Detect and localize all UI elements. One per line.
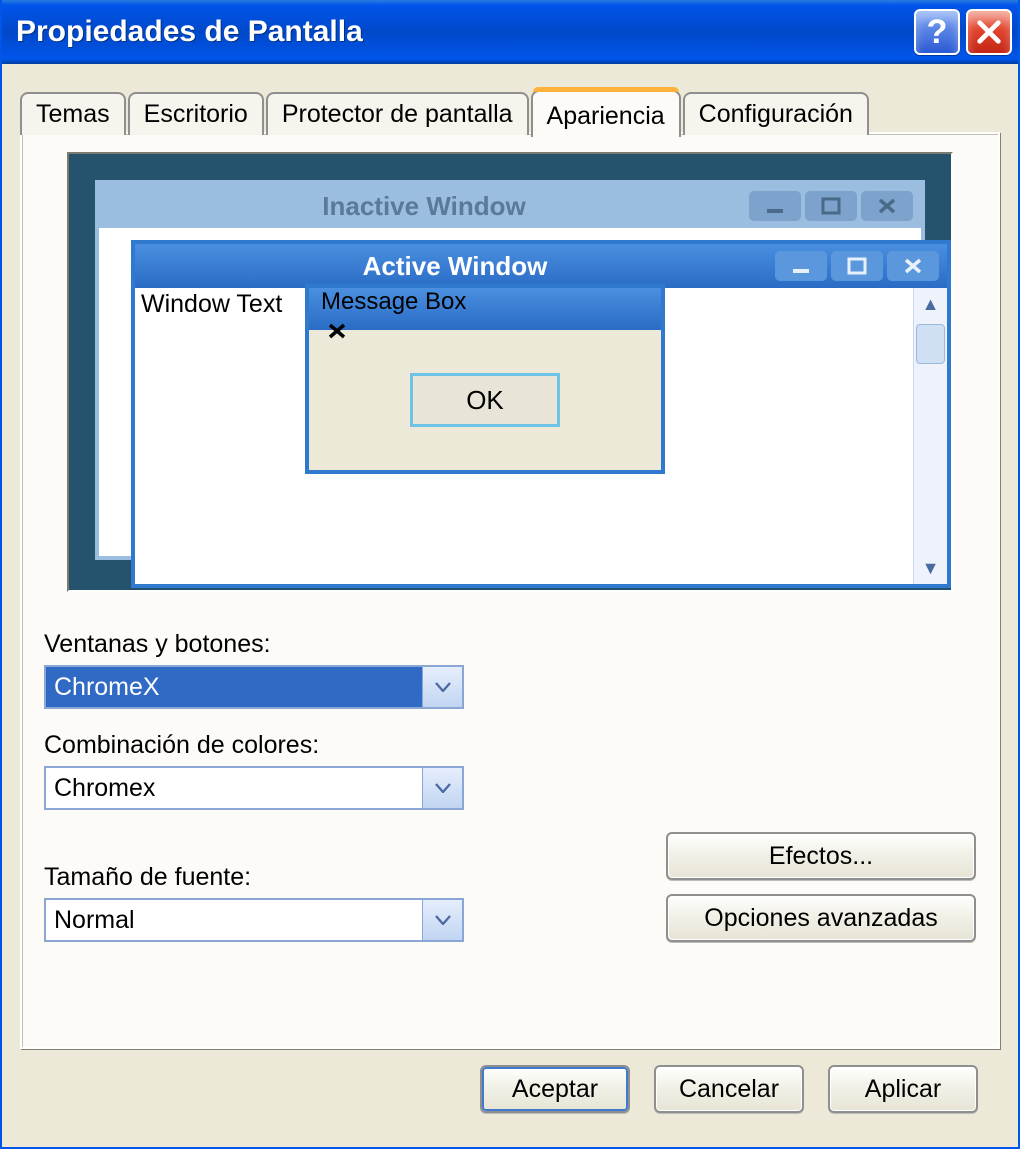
preview-scrollbar: ▲ ▼ bbox=[913, 288, 947, 584]
active-window-title: Active Window bbox=[135, 251, 775, 282]
help-icon: ? bbox=[927, 13, 948, 52]
ok-button[interactable]: Aceptar bbox=[480, 1065, 630, 1113]
preview-ok-button: OK bbox=[410, 373, 560, 427]
close-icon bbox=[861, 191, 913, 221]
close-icon bbox=[887, 251, 939, 281]
color-scheme-select[interactable]: Chromex bbox=[44, 766, 464, 810]
display-properties-window: Propiedades de Pantalla ? Temas Escritor… bbox=[0, 0, 1020, 1149]
message-box-title: Message Box bbox=[309, 288, 466, 315]
chevron-down-icon bbox=[435, 682, 451, 692]
font-size-row: Tamaño de fuente: Normal bbox=[44, 863, 464, 942]
chevron-down-icon bbox=[435, 915, 451, 925]
tabstrip: Temas Escritorio Protector de pantalla A… bbox=[20, 88, 1000, 135]
color-scheme-value: Chromex bbox=[46, 768, 422, 808]
effects-button[interactable]: Efectos... bbox=[666, 832, 976, 880]
color-scheme-label: Combinación de colores: bbox=[44, 731, 464, 760]
dropdown-button[interactable] bbox=[422, 768, 462, 808]
close-button[interactable] bbox=[966, 9, 1012, 55]
dialog-body: Temas Escritorio Protector de pantalla A… bbox=[2, 64, 1018, 1147]
tab-temas[interactable]: Temas bbox=[20, 92, 126, 135]
font-size-value: Normal bbox=[46, 900, 422, 940]
tab-escritorio[interactable]: Escritorio bbox=[128, 92, 264, 135]
scroll-thumb bbox=[916, 324, 945, 364]
tab-apariencia[interactable]: Apariencia bbox=[531, 90, 681, 137]
windows-buttons-select[interactable]: ChromeX bbox=[44, 665, 464, 709]
window-title: Propiedades de Pantalla bbox=[16, 15, 908, 49]
font-size-label: Tamaño de fuente: bbox=[44, 863, 464, 892]
advanced-options-button[interactable]: Opciones avanzadas bbox=[666, 894, 976, 942]
font-size-select[interactable]: Normal bbox=[44, 898, 464, 942]
maximize-icon bbox=[831, 251, 883, 281]
apply-button[interactable]: Aplicar bbox=[828, 1065, 978, 1113]
dropdown-button[interactable] bbox=[422, 667, 462, 707]
scroll-down-icon: ▼ bbox=[914, 552, 947, 584]
preview-window-text: Window Text bbox=[141, 290, 282, 319]
tab-configuracion[interactable]: Configuración bbox=[683, 92, 869, 135]
inactive-window-title: Inactive Window bbox=[99, 191, 749, 222]
tab-protector[interactable]: Protector de pantalla bbox=[266, 92, 529, 135]
help-button[interactable]: ? bbox=[914, 9, 960, 55]
close-icon bbox=[975, 18, 1003, 46]
minimize-icon bbox=[775, 251, 827, 281]
color-scheme-row: Combinación de colores: Chromex bbox=[44, 731, 464, 810]
dialog-button-bar: Aceptar Cancelar Aplicar bbox=[20, 1049, 1000, 1135]
minimize-icon bbox=[749, 191, 801, 221]
appearance-preview: Inactive Window Active Window bbox=[67, 152, 953, 592]
scroll-up-icon: ▲ bbox=[914, 288, 947, 320]
tab-panel-apariencia: Inactive Window Active Window bbox=[20, 132, 1000, 1049]
maximize-icon bbox=[805, 191, 857, 221]
windows-buttons-value: ChromeX bbox=[46, 667, 422, 707]
cancel-button[interactable]: Cancelar bbox=[654, 1065, 804, 1113]
windows-buttons-row: Ventanas y botones: ChromeX bbox=[44, 630, 464, 709]
dropdown-button[interactable] bbox=[422, 900, 462, 940]
chevron-down-icon bbox=[435, 783, 451, 793]
windows-buttons-label: Ventanas y botones: bbox=[44, 630, 464, 659]
preview-message-box: Message Box OK bbox=[305, 284, 665, 474]
titlebar[interactable]: Propiedades de Pantalla ? bbox=[2, 0, 1018, 64]
